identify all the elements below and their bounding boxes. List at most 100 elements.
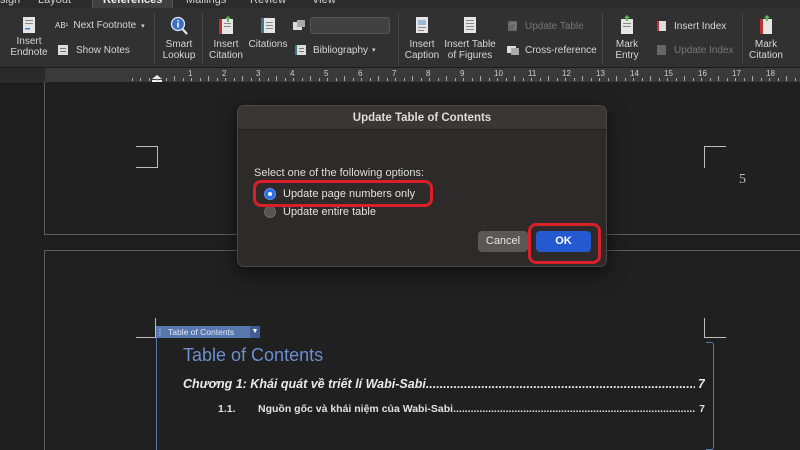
ruler-number: 13	[596, 69, 605, 78]
update-table-icon	[508, 21, 517, 31]
update-index-label: Update Index	[674, 44, 734, 56]
show-notes-label: Show Notes	[76, 44, 130, 56]
ruler-tick	[310, 76, 311, 81]
ruler-number: 12	[562, 69, 571, 78]
ruler-number: 11	[528, 69, 537, 78]
cancel-button[interactable]: Cancel	[478, 231, 528, 252]
ruler-tick	[726, 78, 728, 81]
ruler-tick	[463, 78, 464, 81]
dialog-title: Update Table of Contents	[238, 106, 606, 130]
insert-table-of-figures-button[interactable]: Insert Table of Figures	[443, 15, 497, 61]
smart-lookup-label: Smart Lookup	[162, 39, 196, 61]
update-table-button[interactable]: Update Table	[506, 20, 584, 32]
tab-view[interactable]: View	[312, 0, 336, 8]
toc-content-control-tab[interactable]: ⋮ Table of Contents ▼	[156, 326, 260, 338]
ruler-number: 7	[392, 69, 397, 78]
toc-entry-page: 7	[698, 377, 705, 391]
cross-reference-icon	[507, 46, 519, 55]
ribbon: Insert Endnote AB¹ Next Footnote ▾ Show …	[0, 8, 800, 68]
ruler-tick	[267, 78, 269, 81]
smart-lookup-icon	[170, 16, 188, 35]
tab-references[interactable]: References	[92, 0, 174, 8]
ruler-number: 15	[664, 69, 673, 78]
ruler-number: 4	[290, 69, 295, 78]
chevron-down-icon: ▾	[372, 47, 376, 54]
ruler-tick	[327, 78, 328, 81]
ruler-tick	[590, 78, 592, 81]
show-notes-button[interactable]: Show Notes	[57, 44, 130, 56]
tab-design[interactable]: sign	[0, 0, 20, 8]
endnote-icon	[23, 17, 35, 33]
option-update-page-numbers[interactable]: Update page numbers only	[264, 188, 415, 200]
ruler-tick	[429, 78, 430, 81]
ruler-number: 10	[494, 69, 503, 78]
option-update-entire-table[interactable]: Update entire table	[264, 206, 376, 218]
ruler-tick	[582, 76, 583, 81]
ruler-tick	[684, 76, 685, 81]
chevron-down-icon[interactable]: ▼	[250, 326, 260, 338]
ruler-tick	[335, 78, 337, 81]
ruler-tick	[344, 76, 345, 81]
radio-unselected-icon[interactable]	[264, 206, 276, 218]
ribbon-separator	[398, 12, 399, 64]
toc-entry-text: Chương 1: Khái quát về triết lí Wabi-Sab…	[183, 377, 426, 391]
ruler-tick	[378, 76, 379, 81]
crop-mark	[136, 146, 158, 168]
bibliography-button[interactable]: Bibliography ▾	[294, 44, 376, 56]
ruler-number: 17	[732, 69, 741, 78]
toc-entry-text: Nguồn gốc và khái niệm của Wabi-Sabi	[258, 403, 454, 415]
ruler-tick	[259, 78, 260, 81]
citation-style-dropdown[interactable]	[310, 17, 390, 34]
drag-handle-icon[interactable]: ⋮	[156, 328, 164, 337]
ruler-tick	[624, 78, 626, 81]
toc-control-label: Table of Contents	[168, 327, 235, 337]
tab-review[interactable]: Review	[250, 0, 286, 8]
toc-entry-level1[interactable]: Chương 1: Khái quát về triết lí Wabi-Sab…	[183, 377, 705, 391]
update-index-button[interactable]: Update Index	[655, 44, 734, 56]
ruler-tick	[573, 78, 575, 81]
update-toc-dialog: Update Table of Contents Select one of t…	[237, 105, 607, 267]
ruler-number: 2	[222, 69, 227, 78]
ruler-tick	[216, 78, 218, 81]
ruler-tick	[369, 78, 371, 81]
ruler-tick	[675, 78, 677, 81]
ribbon-separator	[742, 12, 743, 64]
ruler-tick	[395, 78, 396, 81]
ribbon-separator	[602, 12, 603, 64]
ruler-tick	[752, 76, 753, 81]
ok-button[interactable]: OK	[536, 231, 591, 252]
crop-mark	[136, 318, 156, 338]
ruler-tick	[539, 78, 541, 81]
insert-caption-button[interactable]: Insert Caption	[402, 15, 442, 61]
ruler-number: 18	[766, 69, 775, 78]
ruler-tick	[599, 78, 600, 81]
toc-entry-level2[interactable]: 1.1. Nguồn gốc và khái niệm của Wabi-Sab…	[218, 403, 705, 415]
insert-citation-label: Insert Citation	[209, 39, 243, 61]
ruler-tick	[148, 78, 150, 81]
ruler-tick	[488, 78, 490, 81]
mark-citation-button[interactable]: Mark Citation	[745, 15, 787, 61]
mark-entry-button[interactable]: Mark Entry	[606, 15, 648, 61]
cross-reference-button[interactable]: Cross-reference	[506, 44, 597, 56]
citation-style-button[interactable]	[292, 20, 311, 32]
ruler-tick	[131, 78, 133, 81]
tab-layout[interactable]: Layout	[38, 0, 71, 8]
insert-citation-icon	[219, 16, 233, 34]
ruler-tick	[318, 78, 320, 81]
insert-index-button[interactable]: Insert Index	[655, 20, 726, 32]
ruler-tick	[174, 76, 175, 81]
tab-mailings[interactable]: Mailings	[186, 0, 226, 8]
next-footnote-label: Next Footnote	[73, 20, 137, 31]
footnote-icon: AB¹	[55, 21, 69, 30]
ruler-tick	[199, 78, 201, 81]
ruler-tick	[616, 76, 617, 81]
ruler-number: 6	[358, 69, 363, 78]
mark-citation-icon	[760, 15, 772, 34]
smart-lookup-button[interactable]: Smart Lookup	[160, 15, 198, 61]
next-footnote-button[interactable]: AB¹ Next Footnote ▾	[55, 20, 145, 31]
crop-mark	[704, 318, 726, 338]
insert-endnote-button[interactable]: Insert Endnote	[8, 15, 50, 58]
insert-citation-button[interactable]: Insert Citation	[205, 15, 247, 61]
radio-selected-icon[interactable]	[264, 188, 276, 200]
citations-button[interactable]: Citations	[247, 15, 289, 50]
